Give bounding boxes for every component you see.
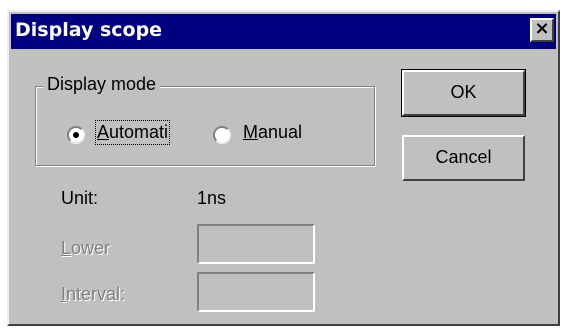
manual-radio[interactable] <box>213 126 231 144</box>
title-bar: Display scope × <box>11 14 556 49</box>
interval-input[interactable] <box>197 272 315 312</box>
interval-label-text: nterval: <box>66 284 126 304</box>
display-mode-legend: Display mode <box>43 74 161 95</box>
unit-value: 1ns <box>197 188 227 208</box>
dialog-title: Display scope <box>15 19 163 41</box>
interval-label: Interval: <box>61 284 125 305</box>
display-mode-group <box>35 86 375 166</box>
close-icon: × <box>534 18 550 39</box>
lower-input[interactable] <box>197 224 315 264</box>
close-button[interactable]: × <box>530 18 554 42</box>
lower-accel-letter: L <box>61 238 72 258</box>
automatic-label-text: utomati <box>109 122 169 142</box>
ok-button[interactable]: OK <box>401 69 526 117</box>
automatic-radio[interactable] <box>67 126 85 144</box>
lower-label-text: ower <box>71 238 111 258</box>
manual-label-text: anual <box>258 122 303 142</box>
automatic-radio-label[interactable]: Automati <box>94 120 171 145</box>
manual-radio-label[interactable]: Manual <box>243 122 302 143</box>
cancel-button[interactable]: Cancel <box>402 135 525 181</box>
radio-selected-dot <box>73 132 79 138</box>
automatic-accel-letter: A <box>97 122 110 142</box>
manual-accel-letter: M <box>243 122 258 142</box>
display-scope-dialog: Display scope × Display mode Automati Ma… <box>7 10 560 326</box>
unit-label: Unit: <box>61 188 99 208</box>
lower-label: Lower <box>61 238 110 259</box>
